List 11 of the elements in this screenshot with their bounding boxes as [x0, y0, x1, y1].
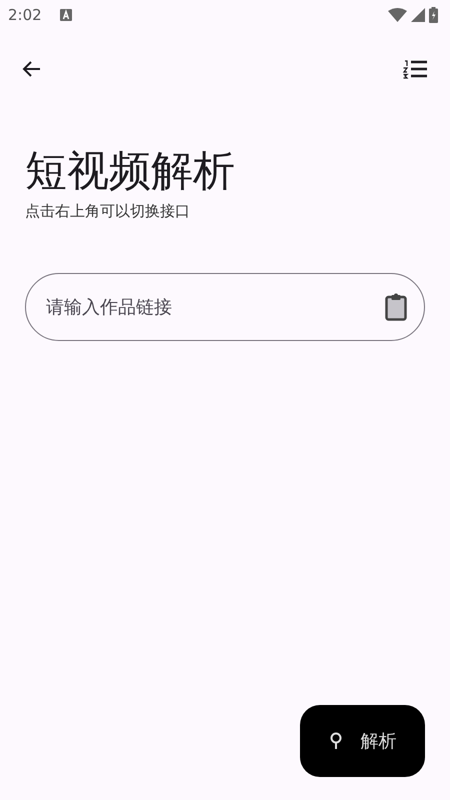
wifi-icon — [388, 8, 407, 22]
parse-button[interactable]: 解析 — [300, 705, 425, 777]
link-input-field[interactable]: 请输入作品链接 — [25, 273, 425, 342]
notification-icon — [60, 9, 72, 21]
battery-icon — [429, 7, 438, 23]
clipboard-icon[interactable] — [385, 293, 407, 322]
pin-icon[interactable] — [328, 732, 342, 750]
signal-icon — [411, 8, 425, 22]
status-time: 2:02 — [8, 6, 42, 24]
page-subtitle: 点击右上角可以切换接口 — [25, 202, 191, 222]
page-title: 短视频解析 — [25, 146, 236, 196]
